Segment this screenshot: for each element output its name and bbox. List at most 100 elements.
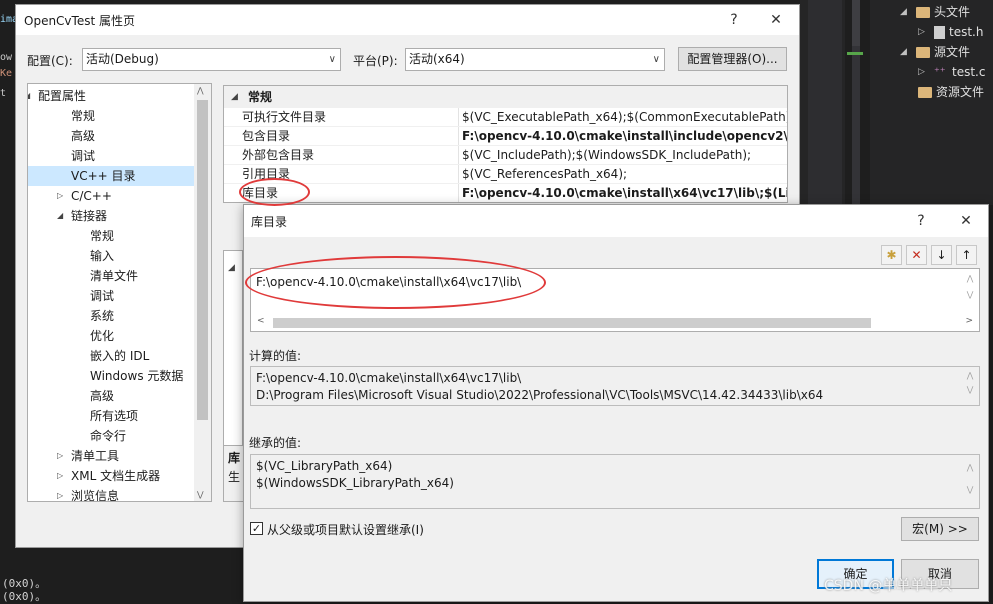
solution-item-sources[interactable]: ◢ 源文件 <box>900 42 970 62</box>
tree-item-label: 常规 <box>90 229 115 243</box>
tree-item[interactable]: VC++ 目录 <box>28 166 194 186</box>
tree-item-label: 链接器 <box>71 209 108 223</box>
tree-item-label: VC++ 目录 <box>71 169 136 183</box>
config-value: 活动(Debug) <box>86 52 159 66</box>
property-row[interactable]: 外部包含目录 $(VC_IncludePath);$(WindowsSDK_Inc… <box>224 146 787 165</box>
solution-item-label: 头文件 <box>934 5 971 19</box>
property-value[interactable]: $(VC_ReferencesPath_x64); <box>462 165 787 184</box>
property-row[interactable]: 引用目录 $(VC_ReferencesPath_x64); <box>224 165 787 184</box>
close-button[interactable]: ✕ <box>763 9 789 31</box>
computed-values-label: 计算的值: <box>249 349 302 363</box>
inherit-checkbox-label[interactable]: 从父级或项目默认设置继承(I) <box>267 521 424 538</box>
property-row[interactable]: 包含目录 F:\opencv-4.10.0\cmake\install\inclu… <box>224 127 787 146</box>
code-fragment: Ke <box>0 68 13 79</box>
tree-item-label: C/C++ <box>71 189 112 203</box>
horizontal-scrollbar[interactable]: < > <box>253 316 977 330</box>
code-fragment: t <box>0 88 7 99</box>
expand-icon[interactable]: ▷ <box>57 186 63 206</box>
move-down-icon[interactable]: ↓ <box>931 245 952 265</box>
inherited-values-box: $(VC_LibraryPath_x64) $(WindowsSDK_Libra… <box>250 454 980 509</box>
tree-item-label: Windows 元数据 <box>90 369 184 383</box>
cpp-file-icon: ⁺⁺ <box>934 65 946 78</box>
expand-icon[interactable]: ▷ <box>57 466 63 486</box>
solution-item-label: test.h <box>949 25 984 39</box>
expand-icon[interactable]: ▷ <box>57 446 63 466</box>
property-value[interactable]: F:\opencv-4.10.0\cmake\install\x64\vc17\… <box>462 184 787 202</box>
help-button[interactable]: ? <box>908 210 934 232</box>
collapse-icon[interactable]: ◢ <box>57 206 63 226</box>
tree-item-label: 常规 <box>71 109 96 123</box>
inherited-values-label: 继承的值: <box>249 436 302 450</box>
platform-select[interactable]: 活动(x64) ∨ <box>405 48 665 71</box>
solution-item-test-c[interactable]: ▷ ⁺⁺ test.c <box>918 62 985 82</box>
annotation-circle <box>239 178 310 206</box>
config-select[interactable]: 活动(Debug) ∨ <box>82 48 341 71</box>
vertical-scrollbar[interactable]: ⋀ ⋁ <box>963 271 977 315</box>
editor-scrollbar[interactable] <box>847 0 863 205</box>
tree-item-label: 调试 <box>71 149 96 163</box>
platform-label: 平台(P): <box>353 54 398 68</box>
help-button[interactable]: ? <box>721 9 747 31</box>
solution-item-resources[interactable]: 资源文件 <box>918 82 984 102</box>
chevron-down-icon: ∨ <box>328 54 336 65</box>
description-text: 生 <box>228 470 241 484</box>
scroll-right-icon[interactable]: > <box>965 316 973 326</box>
collapse-icon[interactable]: ◢ <box>900 42 912 62</box>
tree-item-label: 优化 <box>90 329 115 343</box>
vertical-scrollbar[interactable]: ⋀ ⋁ <box>963 457 977 507</box>
tree-item-label: 清单工具 <box>71 449 120 463</box>
new-line-icon[interactable]: ✱ <box>881 245 902 265</box>
solution-item-headers[interactable]: ◢ 头文件 <box>900 2 970 22</box>
folder-icon <box>918 86 932 98</box>
lower-grid-section: ◢ <box>223 250 243 450</box>
tree-item-label: 配置属性 <box>38 89 87 103</box>
property-value[interactable]: $(VC_ExecutablePath_x64);$(CommonExecuta… <box>462 108 787 127</box>
folder-icon <box>916 46 930 58</box>
computed-value: D:\Program Files\Microsoft Visual Studio… <box>256 388 824 402</box>
tree-item-label: 命令行 <box>90 429 127 443</box>
section-header[interactable]: ◢ 常规 <box>224 86 787 108</box>
property-grid: ◢ 常规 可执行文件目录 $(VC_ExecutablePath_x64);$(C… <box>223 85 788 203</box>
computed-value: F:\opencv-4.10.0\cmake\install\x64\vc17\… <box>256 371 522 385</box>
expand-icon[interactable]: ▷ <box>918 22 930 42</box>
file-icon <box>934 25 945 39</box>
tree-item-label: 所有选项 <box>90 409 139 423</box>
property-value[interactable]: F:\opencv-4.10.0\cmake\install\include\o… <box>462 127 787 146</box>
property-value[interactable]: $(VC_IncludePath);$(WindowsSDK_IncludePa… <box>462 146 787 165</box>
config-manager-button[interactable]: 配置管理器(O)... <box>678 47 787 71</box>
tree-item-label: 输入 <box>90 249 115 263</box>
chevron-down-icon: ∨ <box>652 54 660 65</box>
output-pane: (0x0)。 (0x0)。 <box>0 548 243 603</box>
inherit-checkbox[interactable]: ✓ <box>250 522 263 535</box>
solution-item-label: 源文件 <box>934 45 971 59</box>
scroll-left-icon[interactable]: < <box>257 316 265 326</box>
property-tree: ◢配置属性常规高级调试VC++ 目录▷C/C++◢链接器常规输入清单文件调试系统… <box>27 83 212 502</box>
solution-item-test-h[interactable]: ▷ test.h <box>918 22 983 42</box>
folder-icon <box>916 6 930 18</box>
vertical-scrollbar[interactable]: ⋀ ⋁ <box>194 84 211 501</box>
property-name: 可执行文件目录 <box>242 110 327 124</box>
dialog-title: 库目录 <box>251 215 288 229</box>
tree-item-label: 嵌入的 IDL <box>90 349 150 363</box>
property-name: 外部包含目录 <box>242 148 315 162</box>
dialog-titlebar[interactable]: 库目录 ? ✕ <box>244 205 988 237</box>
collapse-icon[interactable]: ◢ <box>228 263 235 273</box>
property-row[interactable]: 可执行文件目录 $(VC_ExecutablePath_x64);$(Common… <box>224 108 787 127</box>
close-button[interactable]: ✕ <box>953 210 979 232</box>
dialog-titlebar[interactable]: OpenCvTest 属性页 ? ✕ <box>16 5 799 35</box>
collapse-icon[interactable]: ◢ <box>231 86 238 108</box>
description-title: 库 <box>228 451 241 465</box>
expand-icon[interactable]: ▷ <box>918 62 930 82</box>
delete-icon[interactable]: ✕ <box>906 245 927 265</box>
macro-button[interactable]: 宏(M) >> <box>901 517 979 541</box>
tree-item-label: 浏览信息 <box>71 489 120 502</box>
move-up-icon[interactable]: ↑ <box>956 245 977 265</box>
collapse-icon[interactable]: ◢ <box>900 2 912 22</box>
solution-item-label: test.c <box>952 65 986 79</box>
collapse-icon[interactable]: ◢ <box>28 86 30 106</box>
property-name: 包含目录 <box>242 129 291 143</box>
vertical-scrollbar[interactable]: ⋀ ⋁ <box>963 369 977 403</box>
inherited-value: $(VC_LibraryPath_x64) <box>256 459 393 473</box>
expand-icon[interactable]: ▷ <box>57 486 63 501</box>
section-title: 常规 <box>248 90 273 104</box>
